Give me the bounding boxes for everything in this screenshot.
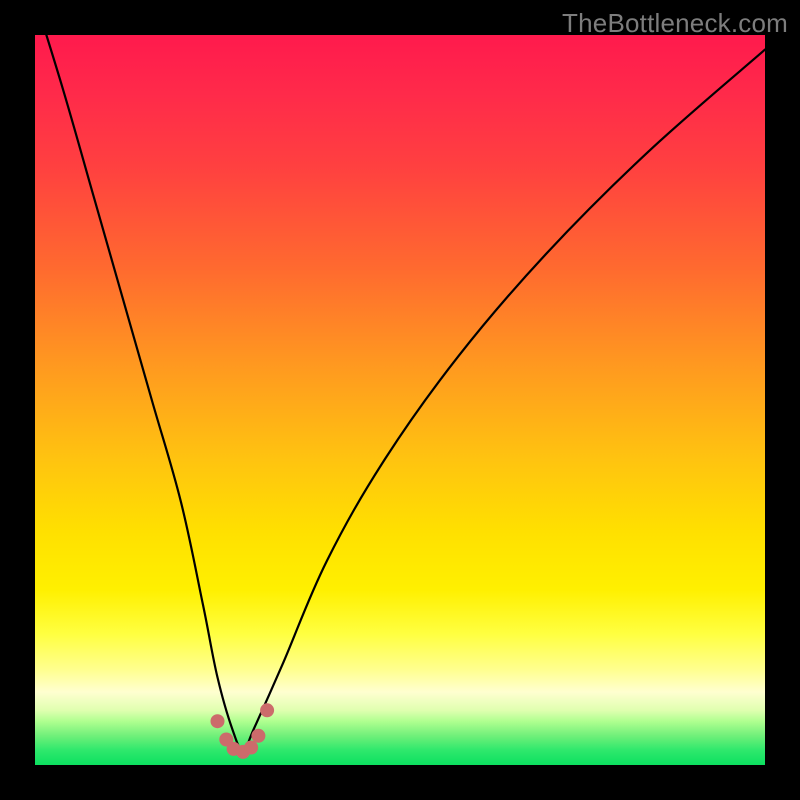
valley-marker	[260, 703, 274, 717]
plot-area	[35, 35, 765, 765]
valley-markers	[211, 703, 275, 759]
curve-layer	[35, 35, 765, 765]
bottleneck-curve	[35, 0, 765, 750]
valley-marker	[211, 714, 225, 728]
chart-frame: TheBottleneck.com	[0, 0, 800, 800]
valley-marker	[244, 741, 258, 755]
valley-marker	[251, 729, 265, 743]
